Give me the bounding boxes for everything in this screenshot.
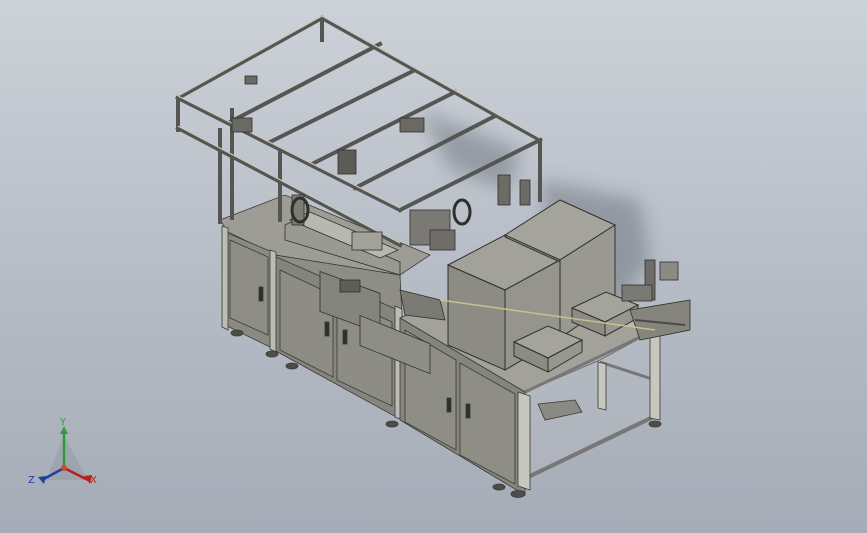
y-axis-label: Y [60,417,67,428]
x-axis-label: X [90,475,97,486]
triad-graphic [38,426,92,484]
orientation-triad[interactable]: Y Z X [22,418,106,498]
z-axis-label: Z [28,475,35,486]
cad-viewport[interactable]: Y Z X [0,0,867,533]
machine-assembly-model[interactable] [0,0,867,533]
